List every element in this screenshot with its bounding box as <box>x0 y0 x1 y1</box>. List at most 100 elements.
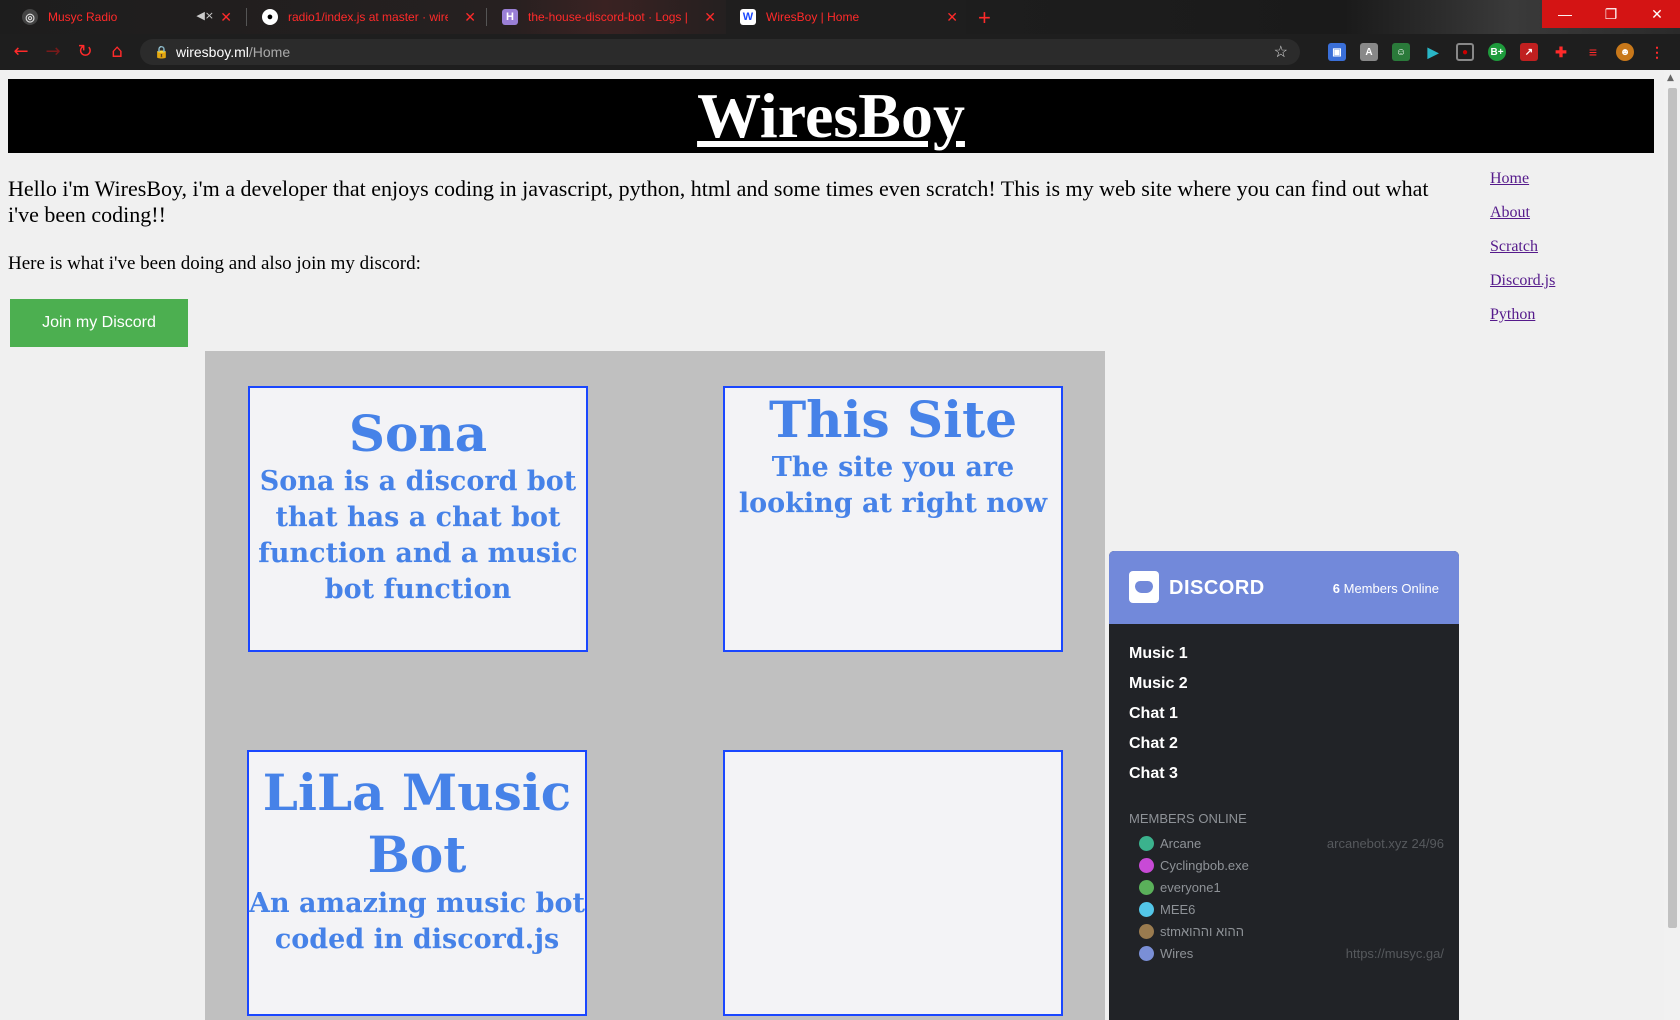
discord-logo-icon <box>1129 571 1159 603</box>
forward-arrow-icon[interactable]: → <box>42 40 64 62</box>
speaker-muted-icon[interactable]: ◀× <box>196 9 214 22</box>
member-item[interactable]: everyone1 <box>1139 876 1444 898</box>
member-name: Arcane <box>1160 835 1202 851</box>
restore-button[interactable]: ❐ <box>1588 0 1634 28</box>
member-name: Cyclingbob.exe <box>1160 857 1249 873</box>
channel-chat-1[interactable]: Chat 1 <box>1129 699 1188 729</box>
page-viewport: WiresBoy Hello i'm WiresBoy, i'm a devel… <box>0 70 1664 1020</box>
scroll-up-arrow-icon[interactable]: ▲ <box>1667 73 1674 83</box>
extensions-puzzle-icon[interactable]: ✚ <box>1552 43 1570 61</box>
tab-wiresboy-home[interactable]: W WiresBoy | Home ✕ <box>726 0 966 34</box>
url-path: /Home <box>248 44 291 60</box>
back-arrow-icon[interactable]: ← <box>10 40 32 62</box>
project-card-lila[interactable]: LiLa Music Bot An amazing music bot code… <box>247 750 587 1016</box>
tab-github[interactable]: ● radio1/index.js at master · wiresb ✕ <box>248 0 484 34</box>
nav-link-scratch[interactable]: Scratch <box>1490 238 1555 256</box>
avatar <box>1139 835 1154 851</box>
member-list: Arcane arcanebot.xyz 24/96 Cyclingbob.ex… <box>1139 832 1444 964</box>
member-name: stmההוא וההוא <box>1160 923 1244 939</box>
lock-icon: 🔒 <box>154 45 169 59</box>
online-label: Members Online <box>1343 581 1439 596</box>
card-description: An amazing music bot coded in discord.js <box>249 888 585 955</box>
tab-title: WiresBoy | Home <box>766 10 860 24</box>
avatar <box>1139 879 1154 895</box>
member-game: arcanebot.xyz 24/96 <box>1326 835 1444 851</box>
close-tab-icon[interactable]: ✕ <box>946 9 958 26</box>
member-item[interactable]: stmההוא וההוא <box>1139 920 1444 942</box>
extension-bplus-icon[interactable]: B+ <box>1488 43 1506 61</box>
extension-chart-icon[interactable]: ↗ <box>1520 43 1538 61</box>
site-header: WiresBoy <box>8 79 1654 153</box>
extension-photo-icon[interactable]: ▣ <box>1328 43 1346 61</box>
member-item[interactable]: Wires https://musyc.ga/ <box>1139 942 1444 964</box>
extension-translate-icon[interactable]: A <box>1360 43 1378 61</box>
members-online-heading: MEMBERS ONLINE <box>1129 811 1247 826</box>
member-item[interactable]: Cyclingbob.exe <box>1139 854 1444 876</box>
nav-link-home[interactable]: Home <box>1490 170 1555 188</box>
discord-widget-header: DISCORD 6 Members Online <box>1109 551 1459 624</box>
close-window-button[interactable]: ✕ <box>1634 0 1680 28</box>
subintro-text: Here is what i've been doing and also jo… <box>8 253 421 274</box>
avatar <box>1139 945 1154 961</box>
member-item[interactable]: MEE6 <box>1139 898 1444 920</box>
github-icon: ● <box>262 9 278 25</box>
member-name: MEE6 <box>1160 901 1196 917</box>
avatar <box>1139 857 1154 873</box>
new-tab-button[interactable]: + <box>978 5 991 31</box>
card-description: Sona is a discord bot that has a chat bo… <box>258 466 578 605</box>
menu-kebab-icon[interactable]: ⋮ <box>1648 43 1666 61</box>
tab-title: radio1/index.js at master · wiresb <box>288 10 448 24</box>
wiresboy-w-icon: W <box>740 9 756 25</box>
url-host: wiresboy.ml <box>176 44 249 60</box>
scrollbar-thumb[interactable] <box>1668 88 1677 928</box>
close-tab-icon[interactable]: ✕ <box>220 9 232 26</box>
discord-brand: DISCORD <box>1169 577 1265 599</box>
project-card-empty[interactable] <box>723 750 1063 1016</box>
profile-avatar-icon[interactable]: ☻ <box>1616 43 1634 61</box>
online-count: 6 <box>1332 581 1340 596</box>
radio-icon: ◎ <box>22 9 38 25</box>
card-title: This Site <box>768 390 1018 449</box>
members-online-count: 6 Members Online <box>1333 581 1439 596</box>
member-name: Wires <box>1160 945 1194 961</box>
nav-link-discordjs[interactable]: Discord.js <box>1490 272 1555 290</box>
extension-play-icon[interactable]: ▶ <box>1424 43 1442 61</box>
tab-separator <box>486 8 487 26</box>
browser-toolbar: ← → ↻ ⌂ 🔒 wiresboy.ml/Home ☆ ▣ A ☺ ▶ ● B… <box>0 34 1680 70</box>
media-queue-icon[interactable]: ≡ <box>1584 43 1602 61</box>
extension-record-icon[interactable]: ● <box>1456 43 1474 61</box>
close-tab-icon[interactable]: ✕ <box>464 9 476 26</box>
extension-people-icon[interactable]: ☺ <box>1392 43 1410 61</box>
member-item[interactable]: Arcane arcanebot.xyz 24/96 <box>1139 832 1444 854</box>
member-game: https://musyc.ga/ <box>1345 945 1444 961</box>
channel-music-1[interactable]: Music 1 <box>1129 639 1188 669</box>
page-scrollbar[interactable]: ▲ <box>1664 70 1680 1020</box>
nav-link-about[interactable]: About <box>1490 204 1555 222</box>
reload-icon[interactable]: ↻ <box>74 40 96 62</box>
avatar <box>1139 901 1154 917</box>
bookmark-star-icon[interactable]: ☆ <box>1274 42 1288 62</box>
address-bar[interactable]: 🔒 wiresboy.ml/Home ☆ <box>140 39 1300 65</box>
side-navigation: Home About Scratch Discord.js Python <box>1490 170 1555 340</box>
channel-chat-2[interactable]: Chat 2 <box>1129 729 1188 759</box>
member-name: everyone1 <box>1160 879 1221 895</box>
tab-strip: ◎ Musyc Radio ◀× ✕ ● radio1/index.js at … <box>0 0 1680 34</box>
projects-grid: Sona Sona is a discord bot that has a ch… <box>205 351 1105 1020</box>
intro-text: Hello i'm WiresBoy, i'm a developer that… <box>8 176 1429 227</box>
channel-list: Music 1 Music 2 Chat 1 Chat 2 Chat 3 <box>1129 639 1188 789</box>
project-card-sona[interactable]: Sona Sona is a discord bot that has a ch… <box>248 386 588 652</box>
card-description: The site you are looking at right now <box>738 452 1048 519</box>
close-tab-icon[interactable]: ✕ <box>704 9 716 26</box>
site-title[interactable]: WiresBoy <box>8 79 1654 153</box>
channel-music-2[interactable]: Music 2 <box>1129 669 1188 699</box>
nav-link-python[interactable]: Python <box>1490 306 1555 324</box>
channel-chat-3[interactable]: Chat 3 <box>1129 759 1188 789</box>
join-discord-button[interactable]: Join my Discord <box>10 299 188 347</box>
tab-heroku[interactable]: H the-house-discord-bot · Logs | H ✕ <box>488 0 724 34</box>
minimize-button[interactable]: — <box>1542 0 1588 28</box>
tab-musyc-radio[interactable]: ◎ Musyc Radio ◀× ✕ <box>8 0 240 34</box>
avatar <box>1139 923 1154 939</box>
home-icon[interactable]: ⌂ <box>106 40 128 62</box>
tab-title: the-house-discord-bot · Logs | H <box>528 10 688 24</box>
project-card-this-site[interactable]: This Site The site you are looking at ri… <box>723 386 1063 652</box>
